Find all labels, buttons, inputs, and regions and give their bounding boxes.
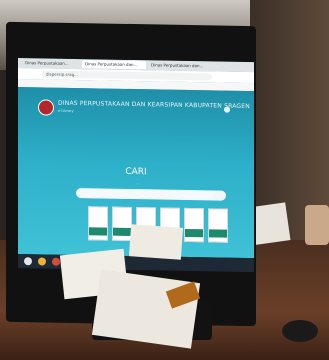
search-button[interactable] <box>214 190 226 201</box>
search-hint: ... <box>136 181 140 186</box>
tab-label: Dinas Perpustakaan... <box>25 60 69 66</box>
tab-label: Dinas Perpustakaan dan... <box>85 61 138 68</box>
book-cover[interactable] <box>112 206 132 242</box>
sticky-note <box>128 224 184 260</box>
book-cover[interactable] <box>88 206 108 241</box>
computer-mouse <box>282 320 318 342</box>
browser-tab-active[interactable]: Dinas Perpustakaan dan... <box>82 60 146 70</box>
book-cover[interactable] <box>184 207 204 243</box>
photo-scene: Dinas Perpustakaan... Dinas Perpustakaan… <box>0 0 329 360</box>
app-icon[interactable] <box>52 257 60 266</box>
tab-label: Dinas Perpustakaan dan... <box>151 62 204 69</box>
header-menu-icon[interactable] <box>224 106 230 113</box>
regency-logo-icon <box>38 99 54 116</box>
explorer-icon[interactable] <box>38 257 46 266</box>
document-papers <box>91 269 201 349</box>
browser-tab[interactable]: Dinas Perpustakaan... <box>22 59 80 68</box>
search-heading: CARI <box>125 166 147 178</box>
search-input[interactable] <box>76 188 226 201</box>
address-text: dispersip.srag... <box>46 71 78 78</box>
site-title: DINAS PERPUSTAKAAN DAN KEARSIPAN KABUPAT… <box>58 99 250 111</box>
cabinet <box>250 0 329 240</box>
windows-taskbar <box>18 254 254 273</box>
site-subtitle: e-Library <box>58 108 74 113</box>
bottle <box>305 205 329 245</box>
book-cover[interactable] <box>208 208 228 243</box>
start-icon[interactable] <box>24 257 32 266</box>
browser-tab[interactable]: Dinas Perpustakaan dan... <box>148 61 212 70</box>
